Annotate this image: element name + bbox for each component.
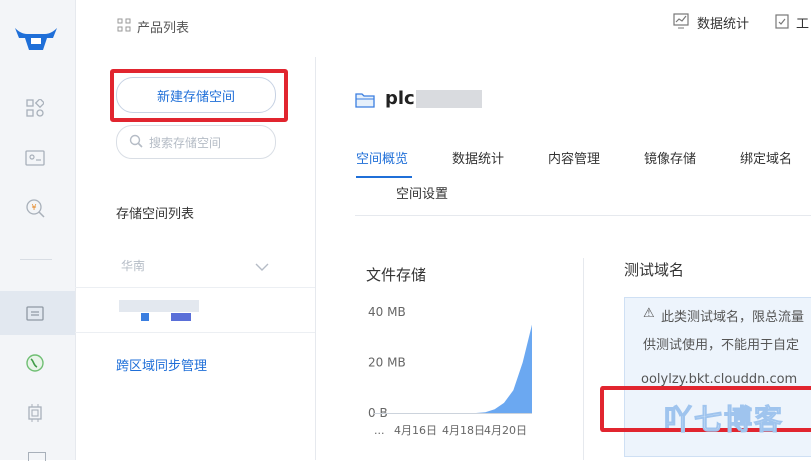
active-tab-underline [356,176,412,178]
data-stats-link[interactable]: 数据统计 [697,13,749,32]
grid-icon [117,17,131,36]
tab-divider [355,215,811,216]
dashboard-icon[interactable] [24,97,46,119]
search-icon [129,134,143,151]
storage-chart: 40 MB20 MB0 B... 4月16日 4月18日 4月20日 [368,305,532,437]
icon-rail: ¥ [0,0,76,461]
globe-icon[interactable] [24,352,46,374]
test-domain-title: 测试域名 [624,261,685,279]
x-tick-label: 4月18日 [442,424,485,437]
divider [75,332,315,333]
highlight-box [110,69,288,122]
storage-title: 文件存储 [366,266,427,284]
watermark: 吖七博客 [663,403,785,437]
search-placeholder: 搜索存储空间 [149,135,222,150]
logo-icon[interactable] [12,20,60,60]
tab-overview[interactable]: 空间概览 [356,148,408,167]
tab-mirror[interactable]: 镜像存储 [644,148,696,167]
tab-domain[interactable]: 绑定域名 [740,148,792,167]
chip-icon[interactable] [24,402,46,424]
region-select[interactable]: 华南 [121,257,145,274]
panel-divider [583,258,584,460]
storage-icon[interactable] [24,302,46,324]
bucket-name: plc [385,88,415,109]
chart-icon [673,13,689,33]
test-domain-url[interactable]: oolylzy.bkt.clouddn.com [641,372,797,387]
svg-text:¥: ¥ [31,203,36,212]
warning-icon: ⚠ [643,306,655,321]
storage-area-series [420,324,532,413]
divider [75,287,315,288]
tab-settings[interactable]: 空间设置 [396,183,448,202]
bucket-list-item[interactable] [119,300,199,324]
y-tick-label: 40 MB [368,305,406,319]
y-tick-label: 20 MB [368,356,406,370]
bucket-list-title: 存储空间列表 [116,207,195,222]
folder-icon [355,91,375,113]
breadcrumb[interactable]: 产品列表 [137,17,189,36]
cross-region-sync-link[interactable]: 跨区域同步管理 [116,355,207,374]
id-card-icon[interactable] [24,147,46,169]
x-tick-label: 4月20日 [484,424,527,437]
x-tick-label: 4月16日 [394,424,437,437]
clipboard-icon [775,13,789,33]
chevron-down-icon[interactable] [255,257,269,276]
notice-line-2: 供测试使用，不能用于自定 [643,338,800,353]
x-tick-label: ... [374,424,385,437]
redacted-name [416,90,482,108]
tools-link[interactable]: 工 [796,13,809,32]
top-bar: 产品列表 数据统计 工 [75,0,811,50]
tab-content[interactable]: 内容管理 [548,148,600,167]
tab-stats[interactable]: 数据统计 [452,148,504,167]
rail-divider [20,259,52,260]
finance-search-icon[interactable]: ¥ [24,197,46,219]
notice-line-1: 此类测试域名，限总流量 [661,310,805,325]
bucket-search-input[interactable]: 搜索存储空间 [116,125,276,159]
